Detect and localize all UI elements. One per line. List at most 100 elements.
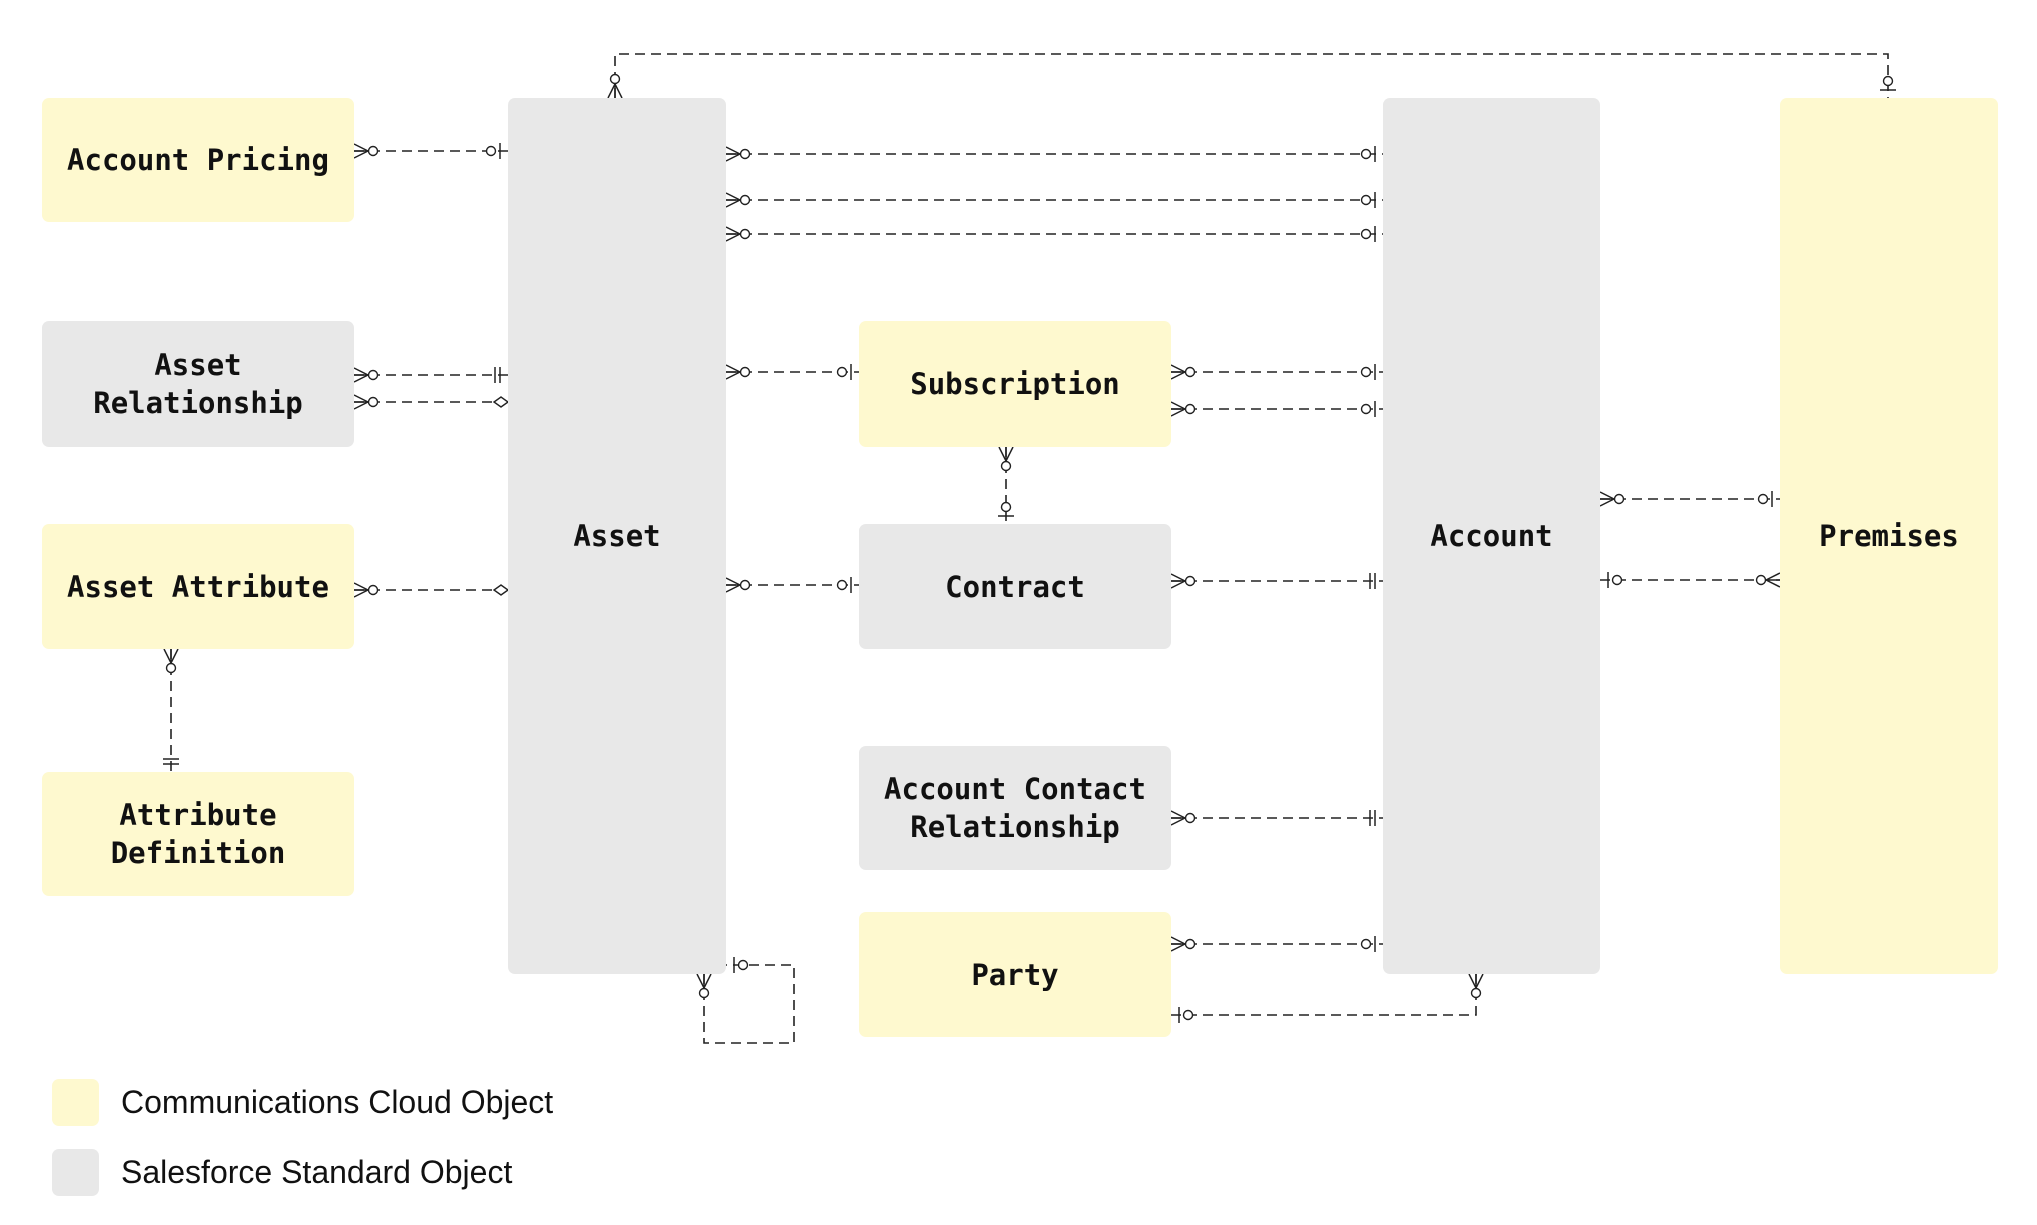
optional-circle-icon: [1184, 366, 1196, 378]
entity-asset-relationship[interactable]: Asset Relationship: [42, 321, 354, 447]
entity-label: Account Pricing: [67, 143, 329, 177]
legend-swatch: [52, 1149, 99, 1196]
optional-circle-icon: [485, 145, 497, 157]
optional-circle-icon: [836, 579, 848, 591]
crows-foot-icon: [725, 584, 741, 593]
optional-circle-icon: [367, 369, 379, 381]
optional-circle-icon: [1882, 75, 1894, 87]
optional-circle-icon: [1000, 460, 1012, 472]
crows-foot-icon: [1599, 498, 1615, 507]
crows-foot-icon: [1170, 408, 1186, 417]
optional-circle-icon: [367, 584, 379, 596]
crows-foot-icon: [607, 83, 616, 99]
entity-label: Subscription: [910, 367, 1120, 401]
crows-foot-icon: [725, 371, 741, 380]
optional-circle-icon: [1360, 366, 1372, 378]
crows-foot-icon: [1468, 973, 1477, 989]
entity-asset-attribute[interactable]: Asset Attribute: [42, 524, 354, 649]
optional-circle-icon: [1184, 812, 1196, 824]
crows-foot-icon: [353, 589, 369, 598]
optional-circle-icon: [739, 228, 751, 240]
optional-circle-icon: [836, 366, 848, 378]
optional-circle-icon: [1470, 987, 1482, 999]
crows-foot-icon: [1765, 572, 1781, 581]
relationship-line: [1171, 974, 1477, 1016]
optional-circle-icon: [1360, 148, 1372, 160]
diamond-icon: [492, 396, 510, 408]
optional-circle-icon: [739, 579, 751, 591]
crows-foot-icon: [725, 364, 741, 373]
entity-label: Contract: [945, 569, 1085, 604]
crows-foot-icon: [1170, 936, 1186, 945]
entity-label: Party: [971, 957, 1059, 992]
crows-foot-icon: [353, 367, 369, 376]
crows-foot-icon: [353, 374, 369, 383]
crows-foot-icon: [1170, 371, 1186, 380]
crows-foot-icon: [1005, 446, 1014, 462]
crows-foot-icon: [696, 973, 705, 989]
crows-foot-icon: [725, 577, 741, 586]
crows-foot-icon: [998, 446, 1007, 462]
optional-circle-icon: [1184, 575, 1196, 587]
crows-foot-icon: [1170, 943, 1186, 952]
optional-circle-icon: [1613, 493, 1625, 505]
crows-foot-icon: [1170, 810, 1186, 819]
optional-circle-icon: [1611, 574, 1623, 586]
crows-foot-icon: [725, 153, 741, 162]
optional-circle-icon: [739, 366, 751, 378]
entity-subscription[interactable]: Subscription: [859, 321, 1171, 447]
entity-account-pricing[interactable]: Account Pricing: [42, 98, 354, 222]
entity-account-contact-relationship[interactable]: Account Contact Relationship: [859, 746, 1171, 870]
optional-circle-icon: [1757, 493, 1769, 505]
optional-circle-icon: [1184, 938, 1196, 950]
entity-party[interactable]: Party: [859, 912, 1171, 1037]
optional-circle-icon: [1000, 501, 1012, 513]
entity-label: Premises: [1819, 519, 1959, 553]
entity-premises[interactable]: Premises: [1780, 98, 1998, 974]
crows-foot-icon: [725, 233, 741, 242]
optional-circle-icon: [367, 396, 379, 408]
optional-circle-icon: [737, 959, 749, 971]
optional-circle-icon: [1360, 228, 1372, 240]
crows-foot-icon: [1475, 973, 1484, 989]
optional-circle-icon: [1360, 938, 1372, 950]
entity-label: Account Contact Relationship: [884, 772, 1146, 844]
crows-foot-icon: [725, 226, 741, 235]
legend-label: Salesforce Standard Object: [121, 1154, 513, 1190]
optional-circle-icon: [609, 73, 621, 85]
entity-account[interactable]: Account: [1383, 98, 1600, 974]
optional-circle-icon: [367, 145, 379, 157]
relationship-line: [703, 964, 795, 1044]
crows-foot-icon: [1170, 364, 1186, 373]
crows-foot-icon: [353, 150, 369, 159]
crows-foot-icon: [170, 648, 179, 664]
crows-foot-icon: [353, 143, 369, 152]
entity-contract[interactable]: Contract: [859, 524, 1171, 649]
crows-foot-icon: [703, 973, 712, 989]
crows-foot-icon: [353, 582, 369, 591]
crows-foot-icon: [614, 83, 623, 99]
optional-circle-icon: [739, 194, 751, 206]
legend-label: Communications Cloud Object: [121, 1084, 554, 1120]
crows-foot-icon: [1170, 401, 1186, 410]
legend-salesforce-standard: Salesforce Standard Object: [52, 1149, 512, 1196]
optional-circle-icon: [698, 987, 710, 999]
relationship-line: [614, 53, 1889, 98]
entity-label: Asset Attribute: [67, 569, 329, 604]
crows-foot-icon: [725, 146, 741, 155]
crows-foot-icon: [1765, 579, 1781, 588]
optional-circle-icon: [1182, 1009, 1194, 1021]
entity-attribute-definition[interactable]: Attribute Definition: [42, 772, 354, 896]
crows-foot-icon: [1170, 580, 1186, 589]
legend-swatch: [52, 1079, 99, 1126]
crows-foot-icon: [1170, 573, 1186, 582]
crows-foot-icon: [353, 401, 369, 410]
crows-foot-icon: [725, 199, 741, 208]
entity-label: Attribute Definition: [110, 798, 286, 870]
entity-label: Asset Relationship: [93, 348, 303, 420]
optional-circle-icon: [1184, 403, 1196, 415]
crows-foot-icon: [1170, 817, 1186, 826]
diamond-icon: [492, 584, 510, 596]
entity-asset[interactable]: Asset: [508, 98, 726, 974]
crows-foot-icon: [1599, 491, 1615, 500]
